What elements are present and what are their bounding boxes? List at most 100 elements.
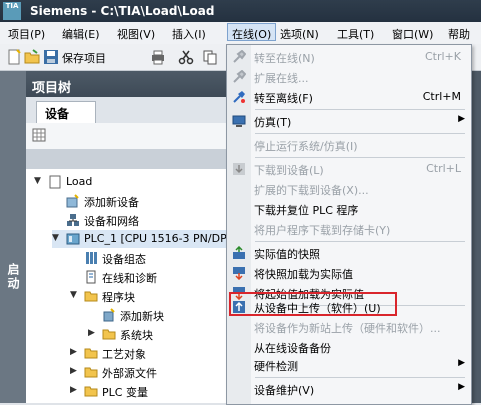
tree-item-program-blocks[interactable]: ▼ 程序块 xyxy=(70,287,224,305)
tree-item-external-sources[interactable]: ▶ 外部源文件 xyxy=(70,363,224,381)
tree-item-label: 添加新块 xyxy=(120,310,164,323)
tree-item-project[interactable]: ▼ Load xyxy=(34,173,228,191)
menu-separator xyxy=(255,133,465,134)
add-device-icon xyxy=(66,194,79,208)
menu-online[interactable]: 在线(O) xyxy=(227,23,277,41)
tree-item-technology-objects[interactable]: ▶ 工艺对象 xyxy=(70,344,224,362)
tree-item-label: 添加新设备 xyxy=(84,196,139,209)
menu-item-label: 扩展的下载到设备(X)... xyxy=(254,184,369,197)
folder-icon xyxy=(102,329,116,340)
tree-item-label: 程序块 xyxy=(102,291,135,304)
download-icon xyxy=(233,163,245,175)
tree-item-label: 外部源文件 xyxy=(102,367,157,380)
portal-view-strip[interactable]: 启动 xyxy=(0,71,26,403)
menu-hardware-detection[interactable]: 硬件检测 ▶ xyxy=(227,355,471,375)
menu-options[interactable]: 选项(N) xyxy=(280,26,319,42)
menu-window[interactable]: 窗口(W) xyxy=(392,26,433,42)
load-snapshot-icon xyxy=(233,267,245,280)
menu-go-online[interactable]: 转至在线(N) Ctrl+K xyxy=(227,47,471,67)
menu-download-to-device[interactable]: 下载到设备(L) Ctrl+L xyxy=(227,159,471,179)
menu-stop-runtime[interactable]: 停止运行系统/仿真(I) xyxy=(227,135,471,155)
diagnostics-icon xyxy=(86,270,96,284)
menu-extend-online[interactable]: 扩展在线... xyxy=(227,67,471,87)
annotation-highlight xyxy=(229,292,397,316)
menu-item-label: 将用户程序下载到存储卡(Y) xyxy=(254,224,391,237)
plc-icon xyxy=(66,233,80,245)
tree-item-label: 工艺对象 xyxy=(102,348,146,361)
menu-item-label: 从在线设备备份 xyxy=(254,342,331,355)
menu-insert[interactable]: 插入(I) xyxy=(172,26,206,42)
tab-strip: 设备 xyxy=(26,97,231,123)
folder-icon xyxy=(84,386,98,397)
menu-backup-from-online[interactable]: 从在线设备备份 xyxy=(227,337,471,357)
shortcut-label: Ctrl+L xyxy=(426,162,461,175)
collapse-arrow-icon[interactable]: ▶ xyxy=(88,328,95,338)
menu-item-label: 停止运行系统/仿真(I) xyxy=(254,140,358,153)
menu-item-label: 扩展在线... xyxy=(254,72,309,85)
menu-item-label: 下载并复位 PLC 程序 xyxy=(254,204,359,217)
tree-item-device-config[interactable]: 设备组态 xyxy=(84,249,224,267)
menu-snapshot[interactable]: 实际值的快照 xyxy=(227,243,471,263)
menu-item-label: 转至离线(F) xyxy=(254,92,313,105)
copy-icon[interactable] xyxy=(202,49,218,65)
collapse-arrow-icon[interactable]: ▶ xyxy=(70,366,77,376)
start-label[interactable]: 启动 xyxy=(5,263,22,291)
grid-view-icon[interactable] xyxy=(32,128,46,142)
open-project-icon[interactable] xyxy=(24,49,40,65)
shortcut-label: Ctrl+M xyxy=(422,90,461,103)
menu-upload-as-new-station[interactable]: 将设备作为新站上传（硬件和软件）... xyxy=(227,317,471,337)
menu-load-snapshot[interactable]: 将快照加载为实际值 xyxy=(227,263,471,283)
tree-item-plc-tags[interactable]: ▶ PLC 变量 xyxy=(70,382,224,400)
collapse-arrow-icon[interactable]: ▶ xyxy=(70,385,77,395)
menu-extended-download[interactable]: 扩展的下载到设备(X)... xyxy=(227,179,471,199)
menu-tools[interactable]: 工具(T) xyxy=(337,26,374,42)
extend-online-icon xyxy=(233,70,246,83)
cut-icon[interactable] xyxy=(178,49,194,65)
menu-separator xyxy=(255,377,465,378)
menu-bar: 项目(P) 编辑(E) 视图(V) 插入(I) 在线(O) 选项(N) 工具(T… xyxy=(0,22,481,45)
save-project-icon[interactable] xyxy=(43,49,59,65)
menu-item-label: 硬件检测 xyxy=(254,360,298,373)
expand-arrow-icon[interactable]: ▼ xyxy=(52,233,59,243)
folder-icon xyxy=(84,291,98,302)
tree-separator xyxy=(26,149,231,169)
tree-item-online-diagnostics[interactable]: 在线和诊断 xyxy=(84,268,224,286)
submenu-arrow-icon: ▶ xyxy=(458,382,465,392)
print-icon[interactable] xyxy=(150,49,166,65)
project-icon xyxy=(49,175,61,189)
menu-download-reset-plc[interactable]: 下载并复位 PLC 程序 xyxy=(227,199,471,219)
tab-devices[interactable]: 设备 xyxy=(36,101,96,123)
shortcut-label: Ctrl+K xyxy=(424,50,461,63)
menu-item-label: 设备维护(V) xyxy=(254,384,315,397)
new-project-icon[interactable] xyxy=(6,49,22,65)
menu-simulation[interactable]: 仿真(T) ▶ xyxy=(227,111,471,131)
menu-separator xyxy=(255,241,465,242)
menu-download-to-memory-card[interactable]: 将用户程序下载到存储卡(Y) xyxy=(227,219,471,239)
tree-item-label: 系统块 xyxy=(120,329,153,342)
tree-item-add-device[interactable]: 添加新设备 xyxy=(66,192,226,210)
add-block-icon xyxy=(103,308,115,322)
tab-devices-label: 设备 xyxy=(45,107,70,121)
menu-item-label: 下载到设备(L) xyxy=(254,164,324,177)
menu-project[interactable]: 项目(P) xyxy=(8,26,45,42)
expand-arrow-icon[interactable]: ▼ xyxy=(34,176,41,186)
menu-device-maintenance[interactable]: 设备维护(V) ▶ xyxy=(227,379,471,399)
go-offline-icon xyxy=(233,91,245,103)
save-project-label[interactable]: 保存项目 xyxy=(62,50,106,66)
collapse-arrow-icon[interactable]: ▶ xyxy=(70,347,77,357)
tree-item-label: 设备组态 xyxy=(102,253,146,266)
tree-item-system-blocks[interactable]: ▶ 系统块 xyxy=(88,325,222,343)
submenu-arrow-icon: ▶ xyxy=(458,114,465,124)
tree-item-label: PLC 变量 xyxy=(102,386,148,399)
expand-arrow-icon[interactable]: ▼ xyxy=(70,290,77,300)
tree-item-plc1[interactable]: ▼ PLC_1 [CPU 1516-3 PN/DP] xyxy=(52,230,231,248)
menu-go-offline[interactable]: 转至离线(F) Ctrl+M xyxy=(227,87,471,107)
network-icon xyxy=(67,214,79,226)
tree-item-devices-networks[interactable]: 设备和网络 xyxy=(66,211,226,229)
menu-item-label: 将设备作为新站上传（硬件和软件）... xyxy=(254,322,441,335)
tree-item-add-block[interactable]: 添加新块 xyxy=(102,306,222,324)
menu-edit[interactable]: 编辑(E) xyxy=(62,26,100,42)
folder-icon xyxy=(84,348,98,359)
menu-help[interactable]: 帮助 xyxy=(448,26,470,42)
menu-view[interactable]: 视图(V) xyxy=(117,26,155,42)
